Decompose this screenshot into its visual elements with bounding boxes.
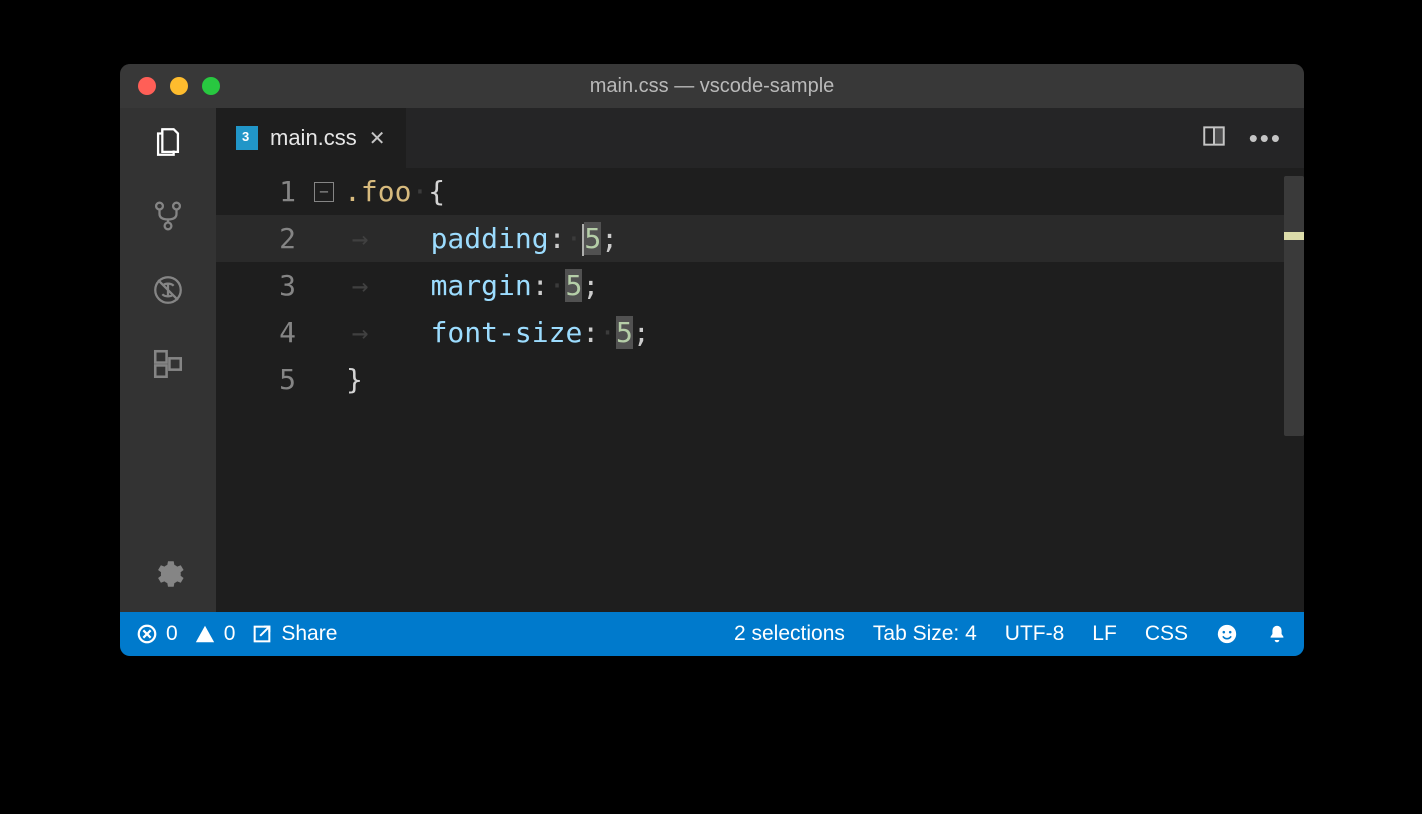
- titlebar[interactable]: main.css — vscode-sample: [120, 64, 1304, 108]
- zoom-window-button[interactable]: [202, 77, 220, 95]
- status-share[interactable]: Share: [251, 622, 337, 646]
- status-warnings[interactable]: 0: [194, 622, 236, 646]
- warning-icon: [194, 623, 216, 645]
- status-encoding[interactable]: UTF-8: [1005, 622, 1065, 646]
- editor-scrollbar[interactable]: [1284, 168, 1304, 612]
- warning-count: 0: [224, 622, 236, 646]
- css-file-icon: [236, 126, 258, 150]
- status-feedback[interactable]: [1216, 623, 1238, 645]
- code-line[interactable]: 5 }: [216, 356, 1284, 403]
- close-tab-icon[interactable]: ✕: [369, 126, 386, 151]
- editor-actions: •••: [1201, 108, 1304, 168]
- tab-bar: main.css ✕ •••: [216, 108, 1304, 168]
- smiley-icon: [1216, 623, 1238, 645]
- line-number: 5: [216, 363, 314, 396]
- settings-activity[interactable]: [148, 554, 188, 594]
- window-title: main.css — vscode-sample: [120, 75, 1304, 98]
- status-tabsize[interactable]: Tab Size: 4: [873, 622, 977, 646]
- code-line[interactable]: 1 − .foo·{: [216, 168, 1284, 215]
- close-window-button[interactable]: [138, 77, 156, 95]
- line-number: 1: [216, 175, 314, 208]
- no-bug-icon: [151, 273, 185, 307]
- line-number: 4: [216, 316, 314, 349]
- extensions-activity[interactable]: [148, 344, 188, 384]
- editor-group: main.css ✕ ••• 1 −: [216, 108, 1304, 612]
- code-line[interactable]: 2 → padding:·5;: [216, 215, 1284, 262]
- source-control-activity[interactable]: [148, 196, 188, 236]
- more-actions-button[interactable]: •••: [1249, 125, 1282, 151]
- line-number: 2: [216, 222, 314, 255]
- share-label: Share: [281, 622, 337, 646]
- gear-icon: [151, 557, 185, 591]
- error-icon: [136, 623, 158, 645]
- app-window: main.css — vscode-sample: [120, 64, 1304, 656]
- debug-activity[interactable]: [148, 270, 188, 310]
- share-icon: [251, 623, 273, 645]
- code-line[interactable]: 3 → margin:·5;: [216, 262, 1284, 309]
- source-control-icon: [151, 199, 185, 233]
- explorer-activity[interactable]: [148, 122, 188, 162]
- files-icon: [151, 125, 185, 159]
- minimize-window-button[interactable]: [170, 77, 188, 95]
- tab-main-css[interactable]: main.css ✕: [216, 108, 407, 168]
- split-editor-button[interactable]: [1201, 123, 1227, 154]
- status-errors[interactable]: 0: [136, 622, 178, 646]
- line-number: 3: [216, 269, 314, 302]
- scrollbar-thumb[interactable]: [1284, 176, 1304, 436]
- error-count: 0: [166, 622, 178, 646]
- workbench-body: main.css ✕ ••• 1 −: [120, 108, 1304, 612]
- status-language[interactable]: CSS: [1145, 622, 1188, 646]
- status-eol[interactable]: LF: [1092, 622, 1117, 646]
- status-bar: 0 0 Share 2 selections Tab Size: 4 UTF-8…: [120, 612, 1304, 656]
- traffic-lights: [138, 77, 220, 95]
- tab-label: main.css: [270, 125, 357, 151]
- fold-toggle[interactable]: −: [314, 182, 334, 202]
- activity-bar: [120, 108, 216, 612]
- bell-icon: [1266, 623, 1288, 645]
- split-editor-icon: [1201, 123, 1227, 149]
- status-selections[interactable]: 2 selections: [734, 622, 845, 646]
- status-notifications[interactable]: [1266, 623, 1288, 645]
- code-editor[interactable]: 1 − .foo·{ 2 → padding:·5; 3 → m: [216, 168, 1304, 612]
- overview-ruler-cursor: [1284, 232, 1304, 240]
- code-line[interactable]: 4 → font-size:·5;: [216, 309, 1284, 356]
- extensions-icon: [151, 347, 185, 381]
